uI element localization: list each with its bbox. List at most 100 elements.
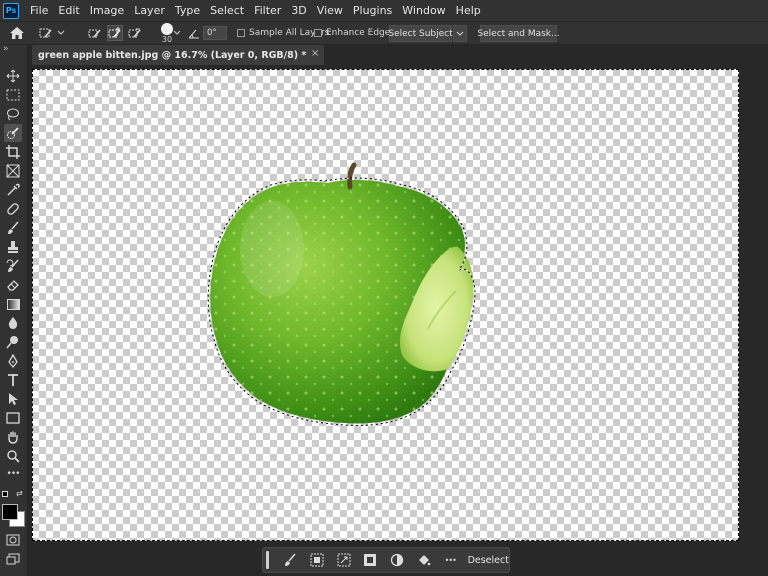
marquee-tool[interactable] [4, 86, 22, 104]
enhance-edge-box[interactable] [314, 29, 322, 37]
paint-bucket-icon [418, 555, 430, 566]
add-to-selection-icon [108, 27, 121, 38]
menu-window[interactable]: Window [397, 4, 450, 17]
edit-toolbar-button[interactable]: ••• [4, 468, 22, 480]
invert-selection-button[interactable] [304, 550, 331, 570]
pen-icon [8, 354, 18, 368]
transform-selection-button[interactable] [330, 550, 357, 570]
foreground-color-swatch[interactable] [2, 504, 18, 520]
swap-colors-icon[interactable]: ⇄ [16, 489, 23, 498]
options-bar: 30 0° Sample All Layers Enhance Edge Sel… [0, 21, 768, 45]
quick-selection-icon [7, 127, 19, 139]
add-to-selection-button[interactable] [107, 25, 123, 41]
menu-filter[interactable]: Filter [249, 4, 286, 17]
lasso-icon [7, 108, 19, 121]
select-subject-dropdown[interactable] [453, 25, 467, 42]
chevron-down-icon [173, 30, 181, 35]
brush-tool[interactable] [4, 219, 22, 237]
adjustment-layer-button[interactable] [384, 550, 411, 570]
frame-tool[interactable] [4, 162, 22, 180]
sample-all-layers-box[interactable] [237, 29, 245, 37]
menu-file[interactable]: File [25, 4, 53, 17]
pen-tool[interactable] [4, 352, 22, 370]
menu-bar: Ps File Edit Image Layer Type Select Fil… [0, 0, 768, 21]
healing-brush-tool[interactable] [4, 200, 22, 218]
taskbar-drag-handle[interactable] [266, 551, 269, 569]
panel-collapse-toggle[interactable]: » [3, 44, 9, 54]
history-brush-icon [6, 259, 19, 272]
document-title: green apple bitten.jpg @ 16.7% (Layer 0,… [38, 49, 307, 61]
close-tab-button[interactable]: × [311, 48, 319, 59]
menu-image[interactable]: Image [85, 4, 129, 17]
tool-preset-picker[interactable] [38, 22, 65, 44]
create-mask-button[interactable] [357, 550, 384, 570]
dodge-icon [6, 336, 18, 349]
fill-selection-button[interactable] [410, 550, 437, 570]
transform-selection-icon [337, 553, 351, 567]
menu-plugins[interactable]: Plugins [348, 4, 397, 17]
screen-mode-icon [6, 553, 20, 565]
path-selection-tool[interactable] [4, 390, 22, 408]
selection-mode-group [87, 22, 143, 44]
blur-tool[interactable] [4, 314, 22, 332]
new-selection-button[interactable] [87, 25, 103, 41]
eyedropper-tool[interactable] [4, 181, 22, 199]
menu-edit[interactable]: Edit [53, 4, 84, 17]
brush-tip-icon [161, 23, 173, 35]
menu-type[interactable]: Type [170, 4, 205, 17]
canvas-area[interactable] [28, 65, 768, 576]
move-icon [6, 69, 20, 83]
enhance-edge-checkbox[interactable]: Enhance Edge [314, 22, 390, 44]
tools-panel: » ••• ⇄ [0, 44, 28, 576]
hand-tool[interactable] [4, 428, 22, 446]
document-canvas[interactable] [32, 69, 739, 541]
type-tool[interactable] [4, 371, 22, 389]
quick-mask-button[interactable] [4, 531, 22, 549]
history-brush-tool[interactable] [4, 257, 22, 275]
brush-selection-icon [285, 553, 296, 566]
menu-help[interactable]: Help [451, 4, 486, 17]
type-icon [8, 374, 18, 386]
dodge-tool[interactable] [4, 333, 22, 351]
document-tab[interactable]: green apple bitten.jpg @ 16.7% (Layer 0,… [32, 45, 325, 65]
gradient-tool[interactable] [4, 295, 22, 313]
select-subject-button[interactable]: Select Subject [388, 25, 453, 42]
subtract-from-selection-button[interactable] [127, 25, 143, 41]
stamp-icon [8, 241, 18, 253]
rectangle-icon [6, 412, 20, 424]
apple-image [207, 162, 476, 426]
rectangular-marquee-icon [6, 89, 20, 101]
chevron-down-icon [456, 31, 464, 36]
quick-selection-preset-icon [38, 25, 54, 41]
mask-icon [364, 554, 377, 566]
invert-selection-icon [310, 553, 324, 567]
modify-selection-button[interactable] [277, 550, 304, 570]
magnifier-icon [7, 450, 20, 463]
eyedropper-icon [7, 183, 20, 196]
select-and-mask-button[interactable]: Select and Mask... [477, 25, 560, 42]
lasso-tool[interactable] [4, 105, 22, 123]
menu-layer[interactable]: Layer [129, 4, 170, 17]
document-tab-strip: green apple bitten.jpg @ 16.7% (Layer 0,… [28, 45, 768, 65]
bandage-icon [7, 203, 19, 215]
quick-selection-tool[interactable] [4, 124, 22, 142]
quick-mask-icon [6, 534, 20, 546]
rectangle-tool[interactable] [4, 409, 22, 427]
deselect-button[interactable]: Deselect [468, 555, 509, 566]
brush-picker-dropdown[interactable] [173, 22, 181, 44]
home-button[interactable] [9, 22, 25, 44]
screen-mode-button[interactable] [4, 550, 22, 568]
clone-stamp-tool[interactable] [4, 238, 22, 256]
eraser-icon [7, 280, 19, 291]
default-colors-icon[interactable] [2, 491, 8, 497]
home-icon [10, 27, 24, 39]
menu-3d[interactable]: 3D [286, 4, 311, 17]
angle-input[interactable]: 0° [203, 26, 227, 40]
eraser-tool[interactable] [4, 276, 22, 294]
menu-select[interactable]: Select [205, 4, 249, 17]
crop-tool[interactable] [4, 143, 22, 161]
more-options-button[interactable]: ••• [437, 550, 464, 570]
menu-view[interactable]: View [312, 4, 348, 17]
zoom-tool[interactable] [4, 447, 22, 465]
move-tool[interactable] [4, 67, 22, 85]
